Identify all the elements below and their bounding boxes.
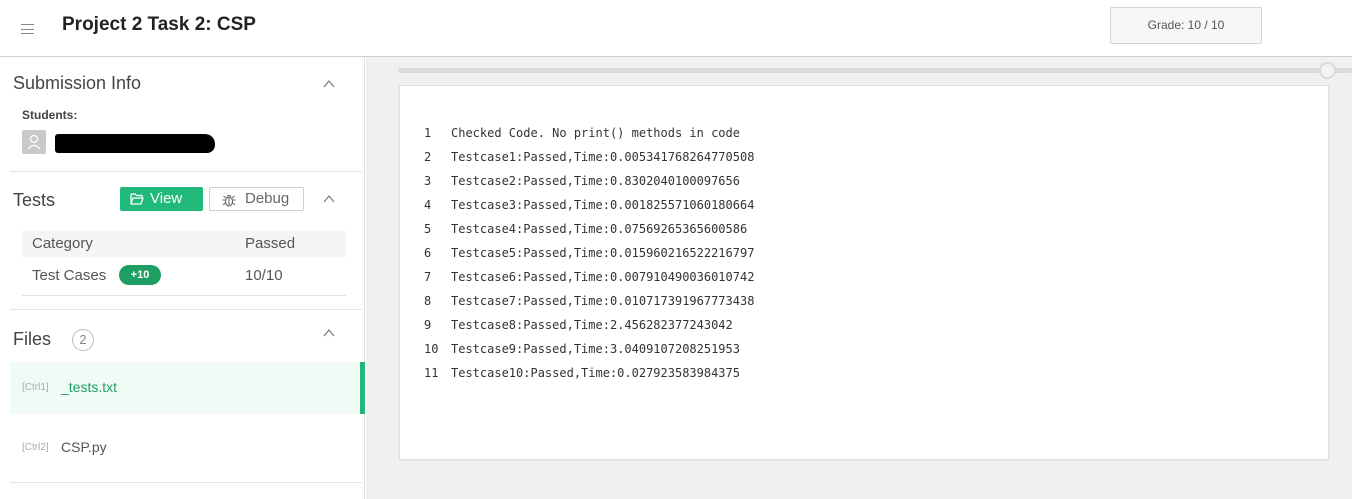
sidebar: Submission Info Students: Tests View Deb… [0,57,365,499]
page-title: Project 2 Task 2: CSP [62,14,256,35]
code-line: 9 Testcase8:Passed,Time:2.456282377243042 [424,318,754,342]
grade-button[interactable]: Grade: 10 / 10 [1110,7,1262,44]
debug-button[interactable]: Debug [209,187,304,211]
line-text: Testcase5:Passed,Time:0.0159602165222167… [451,246,755,260]
divider [22,295,346,296]
code-line: 4 Testcase3:Passed,Time:0.001825571060180… [424,198,754,222]
code-line: 1 Checked Code. No print() methods in cod… [424,126,754,150]
column-category: Category [32,235,93,252]
line-text: Testcase2:Passed,Time:0.8302040100097656 [451,174,740,188]
line-number: 1 [424,126,432,140]
resize-slider-track[interactable] [398,68,1352,73]
score-badge: +10 [119,265,161,285]
line-number: 9 [424,318,432,332]
column-passed: Passed [245,235,296,252]
line-text: Testcase3:Passed,Time:0.0018255710601806… [451,198,755,212]
line-number: 8 [424,294,432,308]
view-button[interactable]: View [120,187,203,211]
tests-title: Tests [13,190,56,210]
passed-cell: 10/10 [245,267,283,284]
line-text: Testcase4:Passed,Time:0.0756926536560058… [451,222,748,236]
line-number: 4 [424,198,432,212]
code-line: 7 Testcase6:Passed,Time:0.007910490036010… [424,270,754,294]
file-item-csp-py[interactable]: [Ctrl2] CSP.py [10,422,365,474]
line-text: Testcase6:Passed,Time:0.0079104900360107… [451,270,755,284]
collapse-tests-icon[interactable] [323,193,335,205]
code-line: 8 Testcase7:Passed,Time:0.010717391967773… [424,294,754,318]
file-viewer-panel: 1 Checked Code. No print() methods in cod… [399,85,1329,460]
code-line: 3 Testcase2:Passed,Time:0.830204010009765… [424,174,754,198]
table-row: Test Cases +10 10/10 [22,259,346,293]
line-text: Testcase9:Passed,Time:3.0409107208251953 [451,342,740,356]
students-label: Students: [22,108,78,122]
main-content: 1 Checked Code. No print() methods in cod… [366,57,1352,499]
submission-info-title: Submission Info [13,73,142,93]
category-cell: Test Cases [32,267,107,284]
line-text: Checked Code. No print() methods in code [451,126,740,140]
collapse-files-icon[interactable] [323,327,335,339]
avatar [22,130,46,154]
file-item-tests-txt[interactable]: [Ctrl1] _tests.txt [10,362,365,414]
line-number: 3 [424,174,432,188]
line-text: Testcase1:Passed,Time:0.0053417682647705… [451,150,755,164]
file-name: _tests.txt [61,379,118,395]
files-count-badge: 2 [72,329,94,351]
divider [10,309,362,310]
line-number: 5 [424,222,432,236]
folder-open-icon [130,193,144,205]
line-text: Testcase7:Passed,Time:0.0107173919677734… [451,294,755,308]
divider [10,171,362,172]
code-view: 1 Checked Code. No print() methods in cod… [424,126,754,390]
menu-icon[interactable] [21,24,34,34]
tests-table-header: Category Passed [22,231,346,257]
line-text: Testcase8:Passed,Time:2.456282377243042 [451,318,733,332]
file-shortcut: [Ctrl2] [22,442,49,453]
file-name: CSP.py [61,439,107,455]
user-icon [27,134,41,150]
view-button-label: View [150,190,183,207]
file-shortcut: [Ctrl1] [22,382,49,393]
redacted-student-name [55,134,215,153]
line-number: 2 [424,150,432,164]
code-line: 5 Testcase4:Passed,Time:0.075692653656005… [424,222,754,246]
line-number: 11 [424,366,439,380]
files-title: Files [13,329,52,349]
line-number: 10 [424,342,439,356]
resize-slider-handle[interactable] [1319,62,1336,79]
code-line: 6 Testcase5:Passed,Time:0.015960216522216… [424,246,754,270]
code-line: 10 Testcase9:Passed,Time:3.04091072082519… [424,342,754,366]
code-line: 2 Testcase1:Passed,Time:0.005341768264770… [424,150,754,174]
divider [10,482,362,483]
collapse-submission-icon[interactable] [323,78,335,90]
bug-icon [222,194,236,207]
line-text: Testcase10:Passed,Time:0.027923583984375 [451,366,740,380]
code-line: 11 Testcase10:Passed,Time:0.0279235839843… [424,366,754,390]
debug-button-label: Debug [245,190,290,207]
line-number: 6 [424,246,432,260]
top-header: Project 2 Task 2: CSP Grade: 10 / 10 [0,0,1352,57]
line-number: 7 [424,270,432,284]
